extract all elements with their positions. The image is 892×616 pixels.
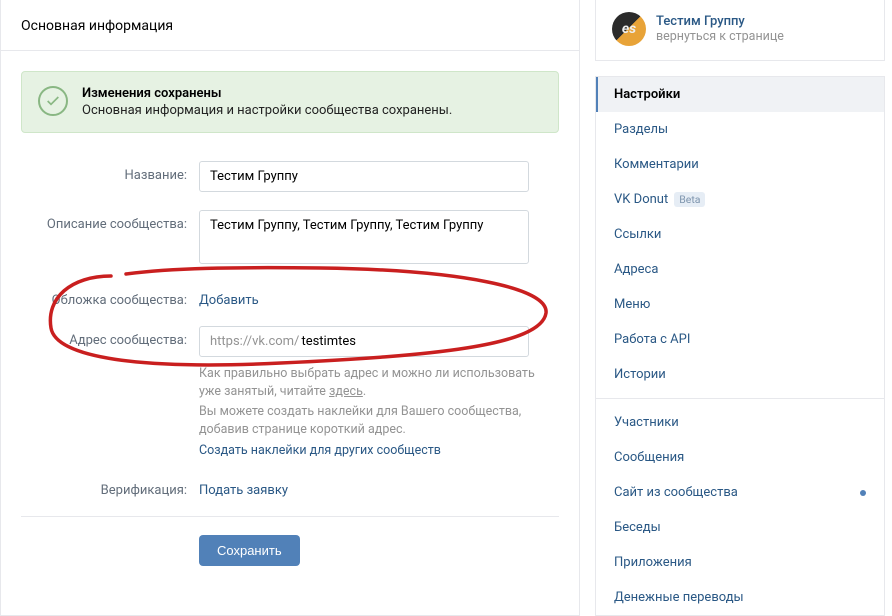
menu-item-label: Истории [614,367,666,382]
page-title: Основная информация [1,0,579,51]
menu-item[interactable]: Сообщения [596,440,884,475]
menu-item-label: Сайт из сообщества [614,485,738,500]
menu-item[interactable]: Истории [596,357,884,392]
menu-item[interactable]: Разделы [596,112,884,147]
verify-label: Верификация: [21,476,199,498]
menu-separator [596,398,884,399]
menu-item-label: Участники [614,415,679,430]
menu-item[interactable]: Участники [596,405,884,440]
menu-item[interactable]: Сайт из сообщества [596,475,884,510]
menu-item-label: Настройки [614,87,680,102]
desc-label: Описание сообщества: [21,210,199,232]
group-card[interactable]: es Тестим Группу вернуться к странице [595,0,885,61]
settings-menu: Настройки Разделы Комментарии VK DonutBeta С… [595,76,885,616]
desc-textarea[interactable] [199,210,529,264]
menu-item-label: Комментарии [614,157,699,172]
menu-item-label: Адреса [614,262,658,277]
notification-dot-icon [860,490,866,496]
check-icon [38,86,68,116]
addr-label: Адрес сообщества: [21,326,199,348]
cover-add-link[interactable]: Добавить [199,286,259,308]
addr-input[interactable] [299,333,518,350]
beta-badge: Beta [674,192,705,207]
menu-item[interactable]: Беседы [596,510,884,545]
menu-item-label: Работа с API [614,332,690,347]
success-title: Изменения сохранены [82,86,452,101]
addr-help-link[interactable]: здесь [329,384,363,399]
group-name: Тестим Группу [656,14,784,29]
cover-label: Обложка сообщества: [21,286,199,308]
back-link[interactable]: вернуться к странице [656,29,784,44]
menu-item[interactable]: VK DonutBeta [596,182,884,217]
addr-hint: Как правильно выбрать адрес и можно ли и… [199,365,539,460]
menu-item-label: Сообщения [614,450,684,465]
menu-item[interactable]: Приложения [596,545,884,580]
menu-item-label: Беседы [614,520,661,535]
menu-item[interactable]: Настройки [596,77,884,112]
success-banner: Изменения сохранены Основная информация … [21,71,559,133]
addr-prefix: https://vk.com/ [210,334,299,349]
addr-field[interactable]: https://vk.com/ [199,326,529,357]
verify-link[interactable]: Подать заявку [199,476,288,498]
divider [21,516,559,517]
main-column: Основная информация Изменения сохранены … [0,0,580,616]
menu-item[interactable]: Денежные переводы [596,580,884,615]
name-input[interactable] [199,161,529,192]
menu-item-label: Разделы [614,122,668,137]
menu-item-label: Денежные переводы [614,590,744,605]
menu-item[interactable]: Меню [596,287,884,322]
menu-item[interactable]: Адреса [596,252,884,287]
menu-item[interactable]: Работа с API [596,322,884,357]
side-column: es Тестим Группу вернуться к странице На… [595,0,885,616]
menu-item-label: VK DonutBeta [614,192,705,207]
menu-item[interactable]: Комментарии [596,147,884,182]
stickers-link[interactable]: Создать наклейки для других сообществ [199,443,441,458]
menu-item[interactable]: Ссылки [596,217,884,252]
avatar: es [612,12,646,46]
name-label: Название: [21,161,199,183]
menu-item-label: Приложения [614,555,692,570]
menu-item-label: Меню [614,297,650,312]
menu-item-label: Ссылки [614,227,661,242]
success-message: Основная информация и настройки сообщест… [82,103,452,118]
